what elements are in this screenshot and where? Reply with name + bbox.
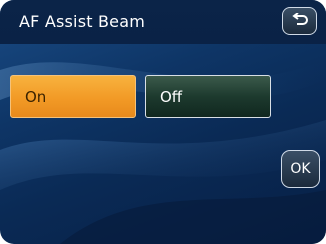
option-on-label: On xyxy=(25,87,47,106)
option-on-button[interactable]: On xyxy=(10,75,136,118)
back-button[interactable] xyxy=(282,7,317,35)
title-bar: AF Assist Beam xyxy=(0,0,326,44)
ok-button[interactable]: OK xyxy=(281,150,320,188)
option-off-label: Off xyxy=(160,87,183,106)
camera-screen: AF Assist Beam On Off OK xyxy=(0,0,326,244)
page-title: AF Assist Beam xyxy=(19,12,146,31)
option-off-button[interactable]: Off xyxy=(145,75,271,118)
return-arrow-icon xyxy=(291,13,308,25)
